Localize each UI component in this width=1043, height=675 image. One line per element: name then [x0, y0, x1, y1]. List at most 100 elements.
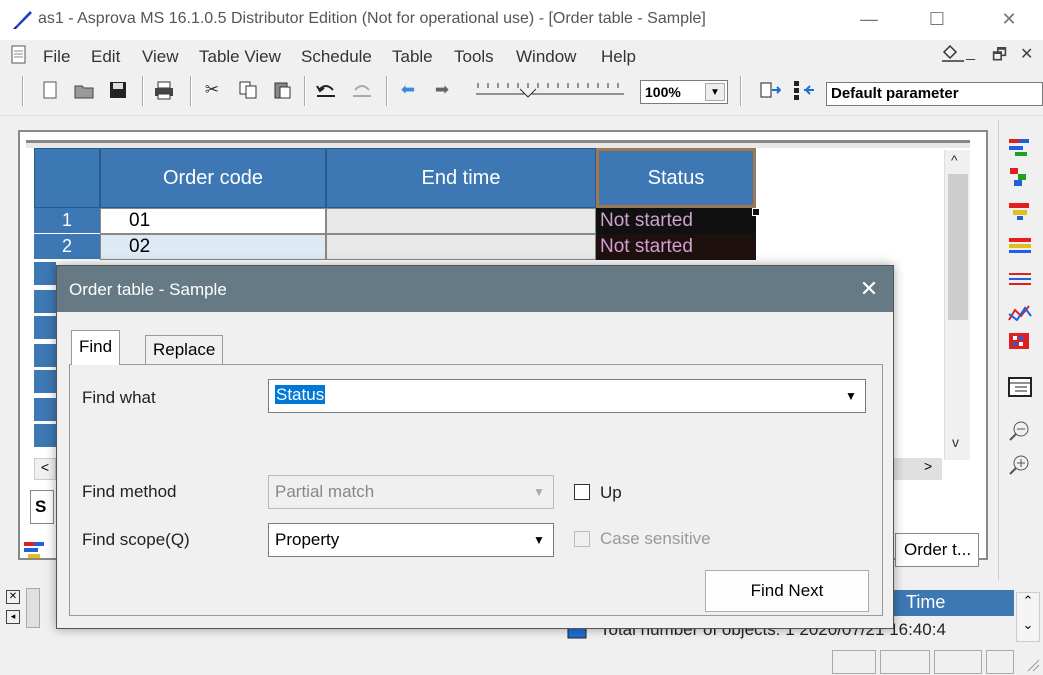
scroll-down-arrow-icon[interactable]: v	[952, 434, 959, 450]
resize-grip-icon[interactable]	[1024, 656, 1040, 672]
grid-corner-cell[interactable]	[34, 148, 100, 208]
toolbar-separator	[142, 76, 144, 106]
forward-arrow-icon[interactable]: ➡	[430, 78, 454, 102]
zoom-out-icon[interactable]	[1007, 420, 1033, 444]
gantt-tab-icon[interactable]	[22, 540, 48, 564]
row-header-1[interactable]: 1	[34, 208, 100, 234]
document-icon[interactable]	[10, 45, 28, 65]
row-header[interactable]	[34, 424, 56, 448]
find-method-select[interactable]: Partial match ▼	[268, 475, 554, 509]
line-chart-icon[interactable]	[1007, 302, 1033, 326]
open-folder-icon[interactable]	[72, 78, 96, 102]
order-gantt-icon[interactable]	[1007, 166, 1033, 190]
chevron-down-icon[interactable]: ▼	[527, 479, 551, 505]
cell-end-time[interactable]	[326, 208, 596, 234]
row-header[interactable]	[34, 316, 56, 340]
scroll-left-arrow-icon[interactable]: <	[34, 458, 56, 480]
find-what-combobox[interactable]: Status ▼	[268, 379, 866, 413]
column-header-order-code[interactable]: Order code	[100, 148, 326, 208]
close-window-button[interactable]: ✕	[986, 4, 1032, 34]
dialog-close-button[interactable]: ✕	[853, 274, 885, 304]
row-header[interactable]	[34, 290, 56, 314]
cell-resize-handle[interactable]	[752, 208, 760, 216]
cell-status[interactable]: Not started	[596, 208, 756, 234]
undo-icon[interactable]	[314, 78, 338, 102]
menu-bar: File Edit View Table View Schedule Table…	[0, 40, 1043, 70]
vertical-scrollbar[interactable]: ^ v	[944, 150, 970, 460]
save-icon[interactable]	[106, 78, 130, 102]
zoom-dropdown[interactable]: 100% ▼	[640, 80, 728, 104]
scroll-down-arrow-icon[interactable]: ⌄	[1017, 617, 1039, 633]
resource-gantt-icon[interactable]	[1007, 136, 1033, 160]
chevron-down-icon[interactable]: ▼	[705, 83, 725, 101]
up-checkbox[interactable]	[574, 484, 590, 500]
redo-icon[interactable]	[350, 78, 374, 102]
resource-table-icon[interactable]	[1007, 234, 1033, 258]
cell-order-code[interactable]: 01	[100, 208, 326, 234]
child-window-frame	[26, 140, 970, 148]
case-sensitive-label: Case sensitive	[600, 529, 711, 548]
parameter-field[interactable]: Default parameter	[826, 82, 1043, 106]
find-scope-select[interactable]: Property ▼	[268, 523, 554, 557]
scroll-up-arrow-icon[interactable]: ⌃	[1017, 593, 1039, 609]
load-graph-icon[interactable]	[1007, 200, 1033, 224]
chevron-down-icon[interactable]: ▼	[839, 383, 863, 409]
row-header[interactable]	[34, 262, 56, 286]
row-header[interactable]	[34, 398, 56, 422]
menu-table[interactable]: Table	[392, 47, 433, 67]
toolbar-separator	[386, 76, 388, 106]
menu-view[interactable]: View	[142, 47, 179, 67]
zoom-slider[interactable]	[476, 80, 626, 102]
menu-edit[interactable]: Edit	[91, 47, 120, 67]
order-table-tab[interactable]: Order t...	[895, 533, 979, 567]
row-header[interactable]	[34, 344, 56, 368]
dialog-title-bar[interactable]: Order table - Sample ✕	[57, 266, 893, 312]
scroll-right-arrow-icon[interactable]: >	[894, 458, 942, 480]
mdi-restore-button[interactable]: 🗗	[992, 44, 1007, 71]
new-file-icon[interactable]	[38, 78, 62, 102]
zoom-in-icon[interactable]	[1007, 454, 1033, 478]
menu-help[interactable]: Help	[601, 47, 636, 67]
mdi-close-button[interactable]: ✕	[1020, 44, 1033, 64]
back-arrow-icon[interactable]: ⬅	[396, 78, 420, 102]
toolbar-separator	[190, 76, 192, 106]
menu-schedule[interactable]: Schedule	[301, 47, 372, 67]
print-icon[interactable]	[152, 78, 176, 102]
menu-window[interactable]: Window	[516, 47, 576, 67]
output-scrollbar[interactable]: ⌃ ⌄	[1016, 592, 1040, 642]
copy-icon[interactable]	[236, 78, 260, 102]
dispatch-chart-icon[interactable]	[1007, 268, 1033, 292]
pane-toggle-icon[interactable]: ◂	[6, 610, 20, 624]
property-window-icon[interactable]	[1007, 376, 1033, 400]
row-header[interactable]	[34, 370, 56, 394]
row-header-2[interactable]: 2	[34, 234, 100, 260]
mdi-minimize-button[interactable]: _	[966, 44, 975, 62]
chevron-down-icon[interactable]: ▼	[527, 527, 551, 553]
case-sensitive-checkbox[interactable]	[574, 531, 590, 547]
tab-find[interactable]: Find	[71, 330, 121, 365]
mdi-child-icon[interactable]	[940, 42, 966, 67]
maximize-button[interactable]: ☐	[914, 4, 960, 34]
menu-file[interactable]: File	[43, 47, 70, 67]
menu-tools[interactable]: Tools	[454, 47, 494, 67]
cell-status[interactable]: Not started	[596, 234, 756, 260]
find-what-input[interactable]: Status	[275, 385, 326, 404]
column-header-status[interactable]: Status	[596, 148, 756, 208]
calendar-grid-icon[interactable]	[1007, 330, 1033, 354]
tab-replace[interactable]: Replace	[145, 335, 224, 364]
find-method-value: Partial match	[275, 482, 375, 501]
sheet-tab[interactable]: S	[30, 490, 54, 524]
paste-icon[interactable]	[270, 78, 294, 102]
close-pane-icon[interactable]: ✕	[6, 590, 20, 604]
menu-table-view[interactable]: Table View	[199, 47, 281, 67]
import-parameter-icon[interactable]	[758, 78, 782, 102]
column-header-end-time[interactable]: End time	[326, 148, 596, 208]
scrollbar-thumb[interactable]	[948, 174, 968, 320]
minimize-button[interactable]: —	[846, 4, 892, 34]
cut-icon[interactable]: ✂	[200, 78, 224, 102]
cell-order-code[interactable]: 02	[100, 234, 326, 260]
scroll-up-arrow-icon[interactable]: ^	[951, 152, 958, 168]
find-next-button[interactable]: Find Next	[705, 570, 869, 612]
parameter-tree-icon[interactable]	[792, 78, 816, 102]
cell-end-time[interactable]	[326, 234, 596, 260]
